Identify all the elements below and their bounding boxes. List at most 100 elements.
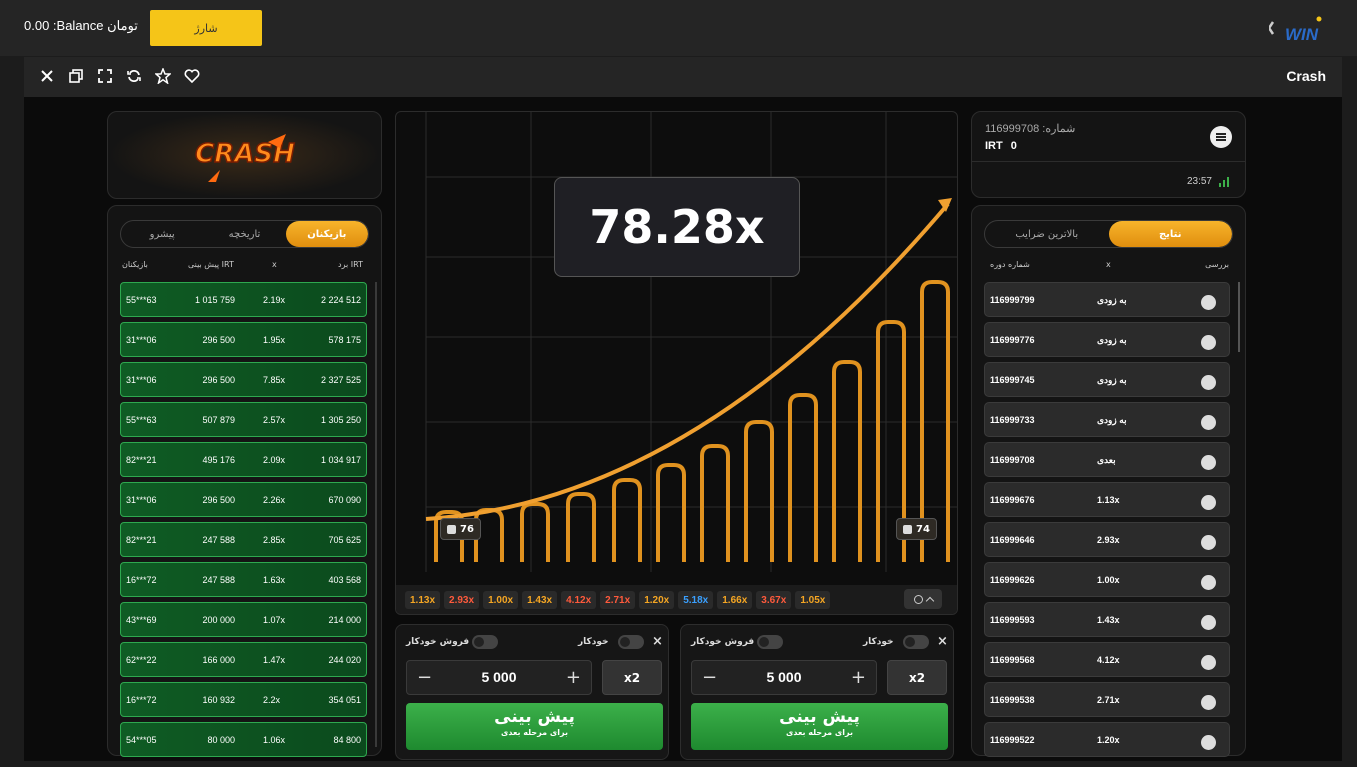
fairness-shield-icon[interactable] (1201, 375, 1216, 390)
fairness-shield-icon[interactable] (1201, 295, 1216, 310)
increase-button[interactable]: + (566, 667, 581, 688)
result-round: 116999646 (990, 535, 1035, 545)
game-frame: Crash CRASH پیشرو تاریخچه بازیکنان برد I… (24, 57, 1342, 761)
star-icon[interactable] (154, 67, 172, 85)
double-bet-button[interactable]: x2 (602, 660, 662, 695)
result-multiplier: به زودی (1097, 375, 1127, 385)
history-chip: 1.05x (795, 591, 831, 609)
player-bet: 1 015 759 (194, 295, 235, 305)
col-win-header: برد IRT (338, 260, 363, 269)
history-toggle-button[interactable] (904, 589, 942, 609)
player-multiplier: 2.19x (263, 295, 286, 305)
player-row: 16***72 247 588 1.63x 403 568 (120, 562, 367, 597)
player-row: 31***06 296 500 1.95x 578 175 (120, 322, 367, 357)
result-row[interactable]: 116999626 1.00x (984, 562, 1230, 597)
result-row[interactable]: 116999708 بعدی (984, 442, 1230, 477)
result-row[interactable]: 116999676 1.13x (984, 482, 1230, 517)
player-multiplier: 1.07x (263, 615, 286, 625)
place-bet-subtitle: برای مرحله بعدی (786, 728, 853, 737)
increase-button[interactable]: + (851, 667, 866, 688)
auto-label: خودکار (863, 637, 894, 647)
window-icon[interactable] (67, 67, 85, 85)
fairness-shield-icon[interactable] (1201, 615, 1216, 630)
fairness-shield-icon[interactable] (1201, 535, 1216, 550)
tab-results[interactable]: نتایج (1108, 221, 1232, 247)
result-round: 116999538 (990, 695, 1035, 705)
results-panel: بالاترین ضرایب نتایج بررسی x شماره دوره … (971, 205, 1246, 757)
result-round: 116999708 (990, 455, 1035, 465)
close-icon[interactable]: × (652, 634, 663, 649)
player-name: 62***22 (126, 655, 157, 665)
bet-amount-value[interactable]: 5 000 (407, 669, 591, 685)
history-chip: 5.18x (678, 591, 714, 609)
fairness-shield-icon[interactable] (1201, 455, 1216, 470)
players-icon (903, 524, 912, 534)
game-logo-panel: CRASH (107, 111, 382, 199)
fullscreen-icon[interactable] (96, 67, 114, 85)
auto-toggle[interactable] (618, 635, 644, 649)
result-row[interactable]: 116999522 1.20x (984, 722, 1230, 757)
autosell-toggle[interactable] (757, 635, 783, 649)
player-win: 2 327 525 (320, 375, 361, 385)
autosell-toggle[interactable] (472, 635, 498, 649)
tab-top-multipliers[interactable]: بالاترین ضرایب (985, 221, 1109, 247)
result-row[interactable]: 116999799 به زودی (984, 282, 1230, 317)
result-multiplier: 1.13x (1097, 495, 1120, 505)
player-win: 244 020 (328, 655, 361, 665)
result-row[interactable]: 116999593 1.43x (984, 602, 1230, 637)
history-chip: 2.71x (600, 591, 636, 609)
result-row[interactable]: 116999745 به زودی (984, 362, 1230, 397)
charge-button[interactable]: شارژ (150, 10, 262, 46)
refresh-icon[interactable] (125, 67, 143, 85)
fairness-shield-icon[interactable] (1201, 735, 1216, 750)
player-row: 43***69 200 000 1.07x 214 000 (120, 602, 367, 637)
multiplier-display: 78.28x (554, 177, 800, 277)
svg-text:WIN: WIN (1285, 25, 1319, 44)
place-bet-button[interactable]: پیش بینی برای مرحله بعدی (406, 703, 663, 750)
heart-icon[interactable] (183, 67, 201, 85)
result-row[interactable]: 116999776 به زودی (984, 322, 1230, 357)
player-win: 2 224 512 (320, 295, 361, 305)
player-multiplier: 1.47x (263, 655, 286, 665)
fairness-shield-icon[interactable] (1201, 655, 1216, 670)
results-scrollbar[interactable] (1238, 282, 1240, 352)
result-round: 116999593 (990, 615, 1035, 625)
close-icon[interactable]: × (937, 634, 948, 649)
fairness-shield-icon[interactable] (1201, 695, 1216, 710)
fairness-shield-icon[interactable] (1201, 335, 1216, 350)
result-row[interactable]: 116999733 به زودی (984, 402, 1230, 437)
result-row[interactable]: 116999568 4.12x (984, 642, 1230, 677)
player-multiplier: 2.09x (263, 455, 286, 465)
history-chip: 1.00x (483, 591, 519, 609)
tab-history[interactable]: تاریخچه (203, 221, 285, 247)
close-icon[interactable] (38, 67, 56, 85)
tab-leaders[interactable]: پیشرو (121, 221, 203, 247)
player-name: 31***06 (126, 495, 157, 505)
place-bet-button[interactable]: پیش بینی برای مرحله بعدی (691, 703, 948, 750)
player-name: 43***69 (126, 615, 157, 625)
players-scrollbar[interactable] (375, 282, 377, 747)
player-name: 54***05 (126, 735, 157, 745)
bet-amount-stepper: −5 000 + (406, 660, 592, 695)
place-bet-title: پیش بینی (779, 707, 860, 727)
player-name: 55***63 (126, 295, 157, 305)
player-win: 214 000 (328, 615, 361, 625)
bet-amount-value[interactable]: 5 000 (692, 669, 876, 685)
graph-bar (520, 502, 550, 562)
players-tabs: پیشرو تاریخچه بازیکنان (120, 220, 369, 248)
double-bet-button[interactable]: x2 (887, 660, 947, 695)
site-logo[interactable]: WIN (1267, 14, 1329, 44)
result-round: 116999776 (990, 335, 1035, 345)
auto-toggle[interactable] (903, 635, 929, 649)
tab-players[interactable]: بازیکنان (285, 221, 368, 247)
player-bet: 247 588 (202, 535, 235, 545)
result-row[interactable]: 116999538 2.71x (984, 682, 1230, 717)
graph-bar (656, 463, 686, 562)
player-name: 16***72 (126, 695, 157, 705)
result-row[interactable]: 116999646 2.93x (984, 522, 1230, 557)
fairness-shield-icon[interactable] (1201, 575, 1216, 590)
menu-button[interactable] (1210, 126, 1232, 148)
fairness-shield-icon[interactable] (1201, 495, 1216, 510)
fairness-shield-icon[interactable] (1201, 415, 1216, 430)
history-chip: 1.20x (639, 591, 675, 609)
